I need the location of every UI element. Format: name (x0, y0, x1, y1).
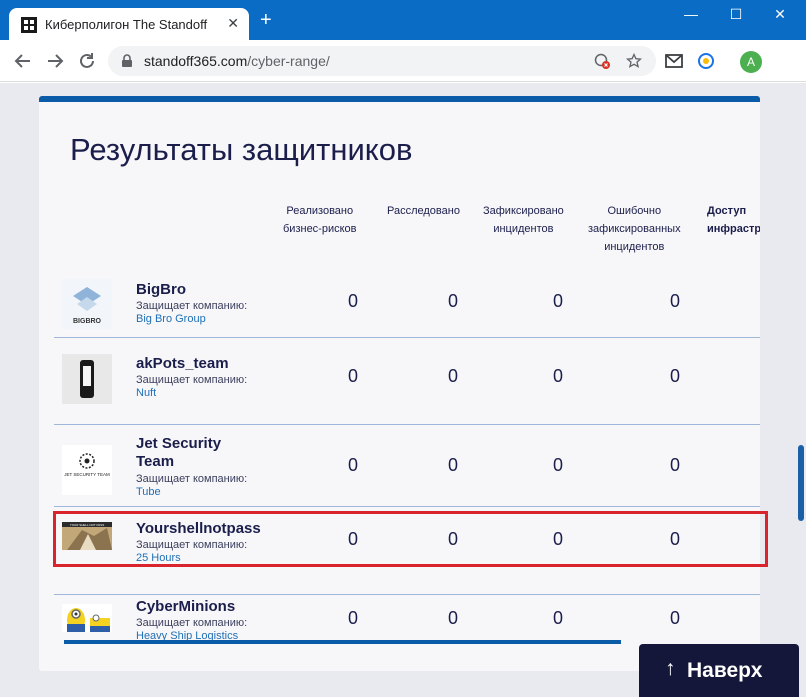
value-business-risks: 0 (347, 291, 358, 311)
value-investigated: 0 (447, 455, 458, 475)
company-link[interactable]: Nuft (136, 387, 156, 399)
value-business-risks: 0 (347, 455, 358, 475)
table-row: JET SECURITY TEAM Jet Security Team Защи… (54, 428, 760, 508)
value-false-incidents: 0 (669, 455, 680, 475)
page-viewport: Результаты защитников Реализовано бизнес… (0, 83, 806, 697)
browser-titlebar: Киберполигон The Standoff ✕ + — ☐ ✕ (0, 0, 806, 40)
standoff-favicon (21, 17, 37, 33)
team-name: CyberMinions (136, 598, 236, 615)
jet-security-logo-image: JET SECURITY TEAM (62, 445, 112, 495)
team-name: akPots_team (136, 355, 229, 372)
row-divider (54, 594, 760, 595)
back-to-top-label: Наверх (687, 659, 763, 682)
cookie-blocked-icon[interactable] (594, 53, 610, 69)
team-logo (62, 354, 112, 404)
browser-tab[interactable]: Киберполигон The Standoff ✕ (9, 8, 249, 40)
team-name: Jet Security Team (136, 435, 222, 470)
akpots-logo-image (62, 354, 112, 404)
page-scrollbar[interactable] (798, 445, 804, 521)
table-row: BIGBRO BigBro Защищает компанию: Big Bro… (54, 272, 760, 342)
back-to-top-button[interactable]: ↑ Наверх (639, 644, 799, 697)
value-investigated: 0 (447, 366, 458, 386)
team-logo (62, 604, 112, 632)
highlight-box (53, 511, 768, 567)
value-incidents: 0 (552, 291, 563, 311)
tab-title: Киберполигон The Standoff (45, 17, 208, 32)
value-business-risks: 0 (347, 366, 358, 386)
svg-text:BIGBRO: BIGBRO (73, 318, 102, 325)
company-link[interactable]: Tube (136, 486, 161, 498)
defends-label: Защищает компанию: (136, 617, 248, 629)
value-incidents: 0 (552, 366, 563, 386)
new-tab-button[interactable]: + (260, 10, 272, 30)
page-title: Результаты защитников (70, 132, 413, 167)
browser-toolbar: standoff365.com/cyber-range/ ··· (0, 40, 806, 113)
team-logo: BIGBRO (62, 279, 112, 329)
value-investigated: 0 (447, 291, 458, 311)
team-logo: JET SECURITY TEAM (62, 445, 112, 495)
horizontal-scroll-indicator[interactable] (64, 640, 621, 644)
url-text: standoff365.com/cyber-range/ (144, 53, 330, 69)
value-false-incidents: 0 (669, 366, 680, 386)
close-window-button[interactable]: ✕ (765, 6, 795, 23)
cyberminions-logo-image (62, 604, 112, 632)
value-investigated: 0 (447, 608, 458, 628)
header-investigated: Расследовано (387, 205, 460, 217)
row-divider (54, 506, 760, 507)
reload-icon[interactable] (76, 50, 98, 72)
profile-avatar[interactable]: A (740, 51, 762, 73)
forward-icon[interactable] (44, 50, 66, 72)
header-false-incidents: Ошибочно зафиксированных инцидентов (588, 205, 681, 253)
bigbro-logo-image: BIGBRO (62, 279, 112, 329)
header-business-risks: Реализовано бизнес-рисков (283, 205, 357, 235)
minimize-button[interactable]: — (676, 6, 706, 22)
value-false-incidents: 0 (669, 291, 680, 311)
maximize-button[interactable]: ☐ (721, 6, 751, 23)
company-link[interactable]: Big Bro Group (136, 313, 206, 325)
value-incidents: 0 (552, 608, 563, 628)
team-name: BigBro (136, 281, 186, 298)
url-host: standoff365.com (144, 53, 248, 69)
arrow-up-icon: ↑ (665, 657, 676, 680)
defends-label: Защищает компанию: (136, 300, 248, 312)
table-row: akPots_team Защищает компанию: Nuft 0 0 … (54, 346, 760, 416)
lock-icon[interactable] (120, 54, 134, 68)
back-icon[interactable] (12, 50, 34, 72)
url-path: /cyber-range/ (247, 53, 330, 69)
defends-label: Защищает компанию: (136, 473, 248, 485)
row-divider (54, 424, 760, 425)
bookmark-star-icon[interactable] (626, 53, 642, 69)
extension-icon[interactable] (696, 51, 716, 71)
defends-label: Защищает компанию: (136, 374, 248, 386)
address-bar[interactable]: standoff365.com/cyber-range/ (108, 46, 656, 76)
value-incidents: 0 (552, 455, 563, 475)
header-incidents-recorded: Зафиксировано инцидентов (483, 205, 564, 235)
tab-close-icon[interactable]: ✕ (227, 15, 239, 32)
value-false-incidents: 0 (669, 608, 680, 628)
svg-text:JET SECURITY TEAM: JET SECURITY TEAM (64, 472, 110, 477)
value-business-risks: 0 (347, 608, 358, 628)
gmail-icon[interactable] (664, 51, 684, 71)
defenders-results-card: Результаты защитников Реализовано бизнес… (39, 96, 760, 671)
row-divider (54, 337, 760, 338)
header-infrastructure-access: Доступ инфраструк (707, 205, 760, 235)
